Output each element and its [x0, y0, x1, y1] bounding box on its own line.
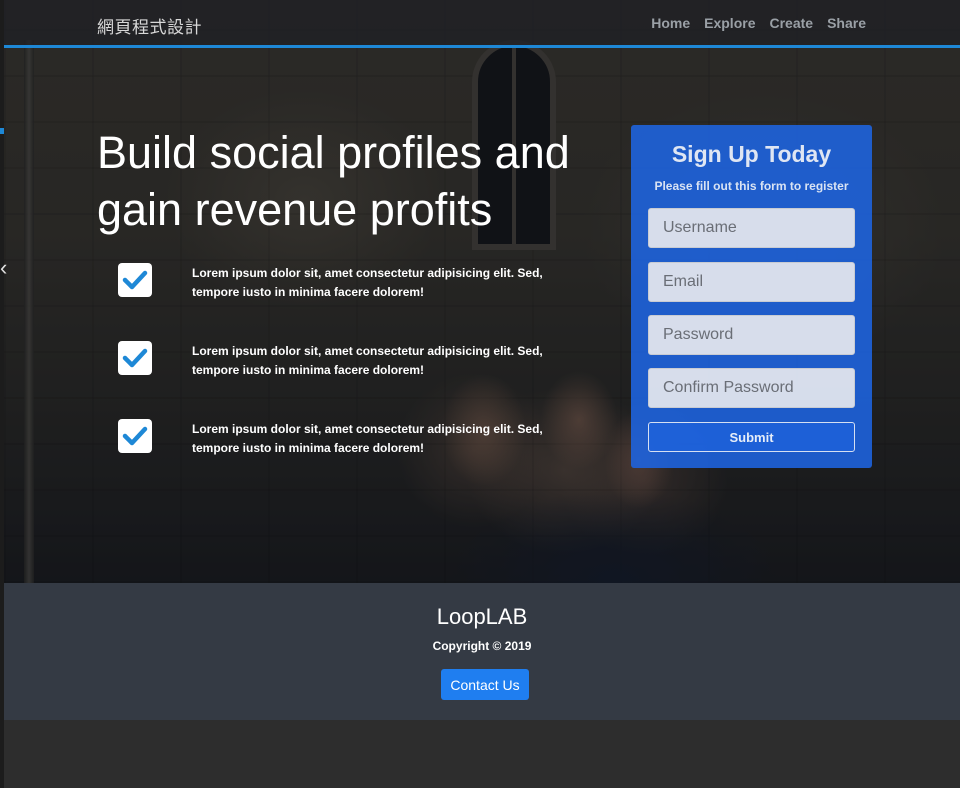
footer: LoopLAB Copyright © 2019 Contact Us [4, 583, 960, 720]
nav-link-create[interactable]: Create [769, 15, 813, 31]
submit-button[interactable]: Submit [648, 422, 855, 452]
brand-link[interactable]: 網頁程式設計 [97, 13, 202, 38]
footer-brand: LoopLAB [436, 604, 528, 629]
feature-text: Lorem ipsum dolor sit, amet consectetur … [192, 266, 543, 299]
nav-link-share[interactable]: Share [827, 15, 866, 31]
edge-accent-marker [0, 128, 4, 134]
hero-section: Build social profiles and gain revenue p… [4, 0, 960, 583]
footer-copyright: Copyright © 2019 [432, 639, 532, 653]
signup-card: Sign Up Today Please fill out this form … [631, 125, 872, 468]
contact-us-button[interactable]: Contact Us [441, 669, 529, 700]
nav-link-home[interactable]: Home [651, 15, 690, 31]
feature-item: Lorem ipsum dolor sit, amet consectetur … [118, 263, 588, 303]
email-input[interactable] [648, 262, 855, 302]
confirm-password-input[interactable] [648, 368, 855, 408]
username-input[interactable] [648, 208, 855, 248]
check-icon [118, 263, 152, 297]
feature-text: Lorem ipsum dolor sit, amet consectetur … [192, 422, 543, 455]
feature-item: Lorem ipsum dolor sit, amet consectetur … [118, 419, 588, 459]
nav-links: Home Explore Create Share [651, 15, 866, 31]
password-input[interactable] [648, 315, 855, 355]
feature-text: Lorem ipsum dolor sit, amet consectetur … [192, 344, 543, 377]
hero-headline: Build social profiles and gain revenue p… [97, 127, 570, 235]
check-icon [118, 341, 152, 375]
signup-subtitle: Please fill out this form to register [654, 179, 849, 193]
navbar: 網頁程式設計 Home Explore Create Share [4, 0, 960, 48]
feature-item: Lorem ipsum dolor sit, amet consectetur … [118, 341, 588, 381]
chevron-left-icon[interactable]: ‹ [0, 255, 7, 281]
landing-page: Build social profiles and gain revenue p… [4, 0, 960, 720]
check-icon [118, 419, 152, 453]
nav-link-explore[interactable]: Explore [704, 15, 755, 31]
signup-title: Sign Up Today [671, 141, 832, 167]
